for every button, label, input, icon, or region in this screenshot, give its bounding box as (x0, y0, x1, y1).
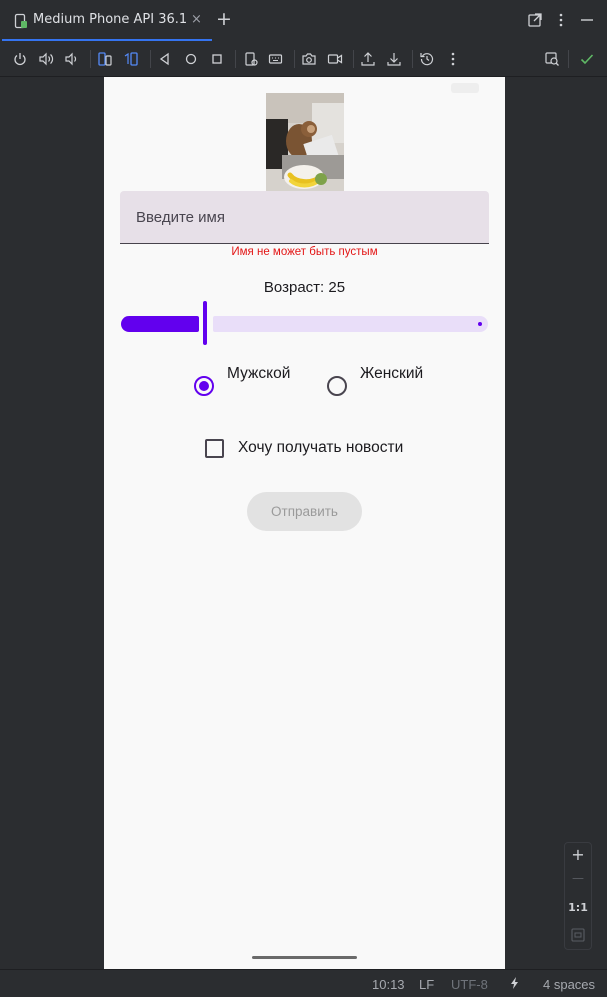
code-style-icon[interactable] (507, 975, 523, 994)
minimize-icon[interactable] (579, 12, 595, 28)
more-vertical-icon[interactable] (553, 12, 569, 28)
download-icon[interactable] (386, 51, 402, 67)
snapshot-history-icon[interactable] (419, 51, 435, 67)
slider-thumb[interactable] (203, 301, 207, 345)
add-tab-icon[interactable]: + (216, 9, 232, 29)
fit-screen-icon[interactable] (565, 927, 591, 946)
toolbar-separator (568, 50, 569, 68)
zoom-in-button[interactable]: + (565, 845, 591, 864)
age-label: Возраст: 25 (263, 279, 346, 296)
cursor-position[interactable]: 10:13 (372, 977, 405, 992)
toolbar-separator (90, 50, 91, 68)
toolbar-separator (294, 50, 295, 68)
newsletter-label[interactable]: Хочу получать новости (238, 439, 403, 457)
slider-stop-indicator (478, 322, 482, 326)
zoom-out-button[interactable]: — (565, 871, 591, 885)
toolbar-separator (150, 50, 151, 68)
power-icon[interactable] (12, 51, 28, 67)
zoom-panel: + — 1:1 (564, 842, 592, 950)
keyboard-icon[interactable] (268, 51, 284, 67)
newsletter-checkbox[interactable] (205, 439, 224, 458)
actual-size-button[interactable]: 1:1 (565, 901, 591, 914)
back-icon[interactable] (157, 51, 173, 67)
more-icon[interactable] (445, 51, 461, 67)
close-icon[interactable]: × (191, 12, 202, 27)
toolbar-separator (235, 50, 236, 68)
file-encoding[interactable]: UTF-8 (451, 977, 488, 992)
tab-title: Medium Phone API 36.1 (33, 12, 188, 27)
overview-icon[interactable] (209, 51, 225, 67)
profile-photo (266, 93, 344, 191)
name-field[interactable] (120, 191, 489, 244)
tab-bar: Medium Phone API 36.1 × + (0, 0, 607, 42)
rotate-right-icon[interactable] (123, 51, 139, 67)
name-error-text: Имя не может быть пустым (231, 246, 378, 258)
volume-down-icon[interactable] (63, 51, 79, 67)
volume-up-icon[interactable] (38, 51, 54, 67)
radio-female[interactable] (327, 376, 347, 396)
rotate-left-icon[interactable] (97, 51, 113, 67)
radio-male[interactable] (194, 376, 214, 396)
slider-inactive-track (213, 316, 488, 332)
phone-screen: Имя не может быть пустым Возраст: 25 Муж… (104, 77, 505, 969)
radio-female-label[interactable]: Женский (360, 365, 423, 383)
device-tab[interactable]: Medium Phone API 36.1 × (0, 0, 212, 42)
active-tab-indicator (2, 39, 212, 41)
emulator-toolbar (0, 42, 607, 77)
device-mirroring-icon[interactable] (544, 51, 560, 67)
indent-setting[interactable]: 4 spaces (543, 977, 595, 992)
ide-status-bar: 10:13 LF UTF-8 4 spaces (0, 969, 607, 997)
name-input[interactable] (120, 191, 489, 243)
record-icon[interactable] (327, 51, 343, 67)
device-icon (14, 13, 28, 29)
radio-male-label[interactable]: Мужской (227, 365, 290, 383)
open-external-icon[interactable] (527, 12, 543, 28)
line-ending[interactable]: LF (419, 977, 434, 992)
toolbar-separator (412, 50, 413, 68)
camera-icon[interactable] (301, 51, 317, 67)
upload-icon[interactable] (360, 51, 376, 67)
age-slider[interactable] (121, 299, 488, 345)
fold-icon[interactable] (243, 51, 259, 67)
home-icon[interactable] (183, 51, 199, 67)
gesture-handle[interactable] (252, 956, 357, 959)
check-icon[interactable] (579, 51, 595, 67)
slider-active-track (121, 316, 199, 332)
toolbar-separator (353, 50, 354, 68)
battery-icon (451, 83, 479, 93)
submit-button[interactable]: Отправить (247, 492, 362, 531)
